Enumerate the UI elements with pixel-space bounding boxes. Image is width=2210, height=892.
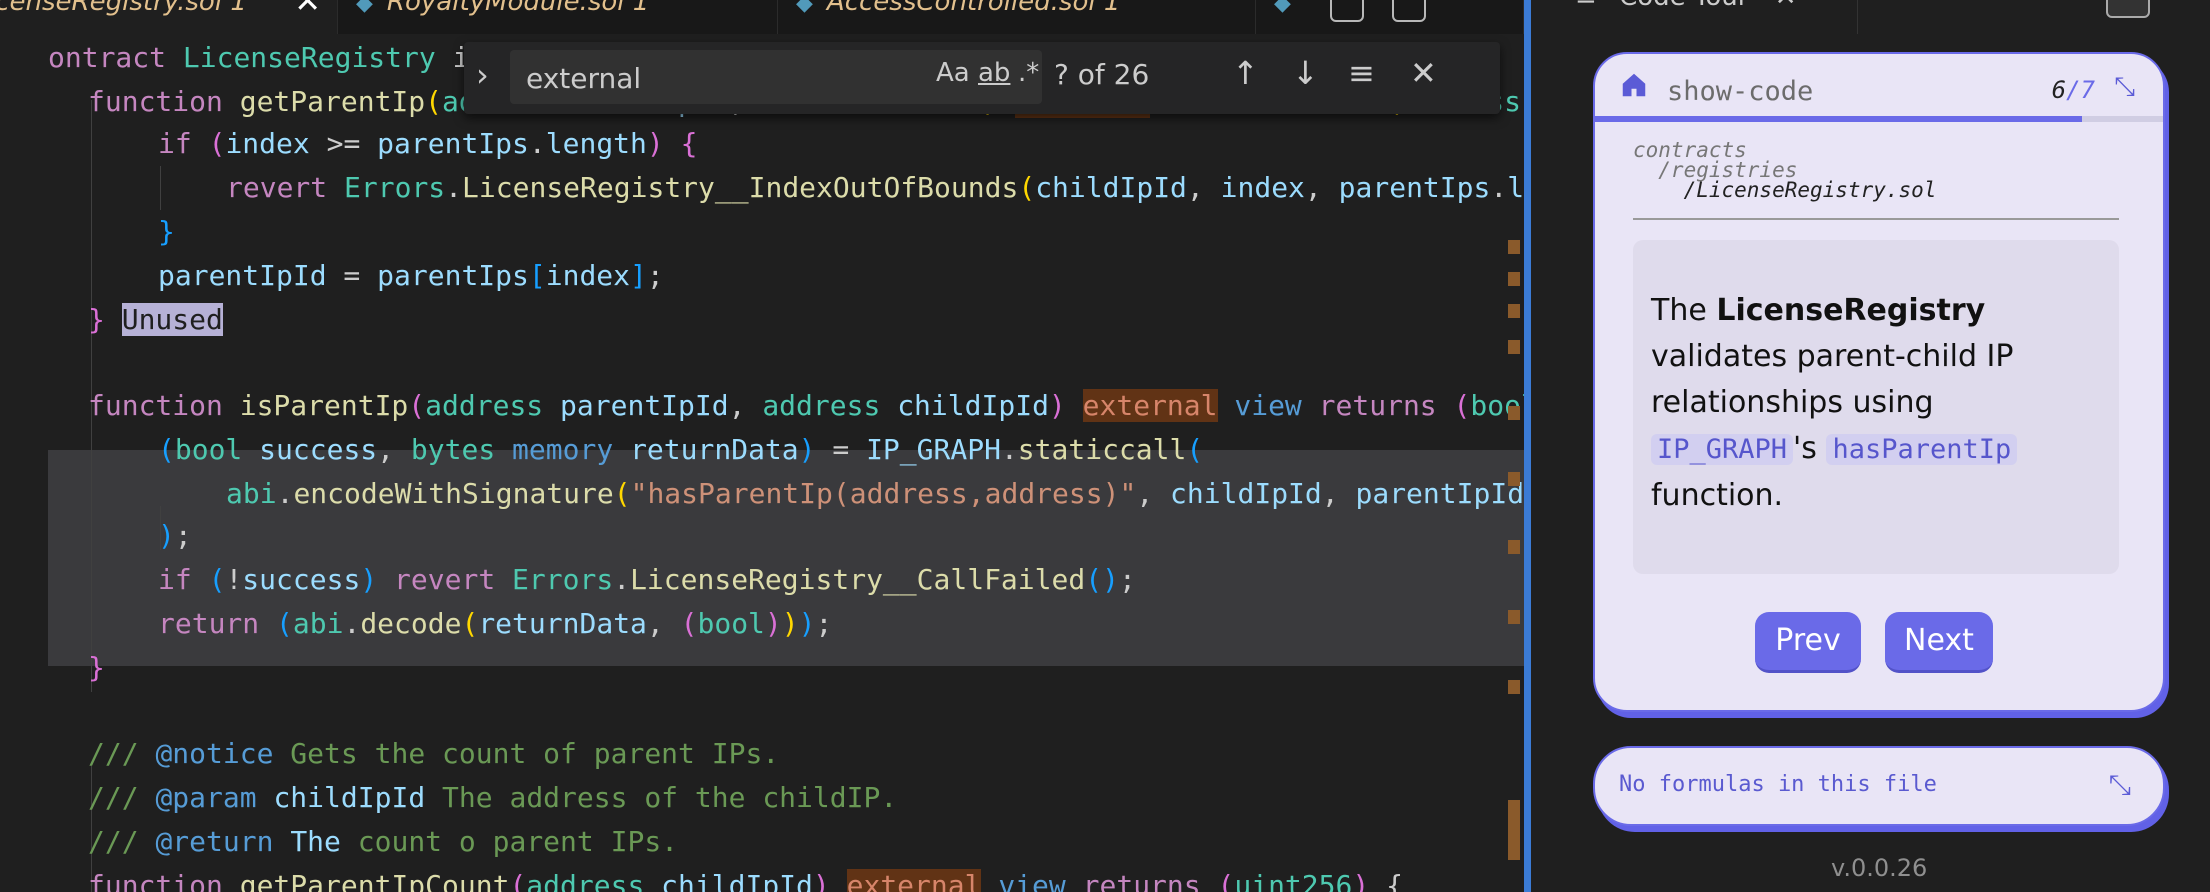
home-icon[interactable]: [1619, 70, 1649, 100]
code-line: );: [158, 519, 192, 552]
prev-button[interactable]: Prev: [1755, 612, 1861, 673]
editor-tab-bar: icenseRegistry.sol 1 ✕ ◆ RoyaltyModule.so…: [0, 0, 1524, 34]
step-current: 6: [2051, 76, 2067, 104]
panel-tab-label: Code Tour: [1619, 0, 1748, 12]
code-line: function getParentIpCount(address childI…: [88, 864, 1403, 892]
indent-guide: [160, 166, 161, 210]
tab-royalty-module[interactable]: ◆ RoyaltyModule.sol 1: [338, 0, 778, 34]
formula-card: No formulas in this file ⤡: [1593, 746, 2165, 826]
path-segment: /registries: [1633, 158, 1798, 182]
code-line: /// @param childIpId The address of the …: [88, 781, 898, 814]
card-title: show-code: [1667, 76, 1814, 107]
step-description: The LicenseRegistry validates parent-chi…: [1651, 288, 2091, 519]
overview-ruler-mark: [1508, 610, 1520, 624]
solidity-icon: ◆: [356, 0, 373, 16]
minimize-icon[interactable]: ⤡: [2114, 72, 2135, 103]
code-line: abi.encodeWithSignature("hasParentIp(add…: [226, 477, 1524, 510]
menu-icon: ≡: [1575, 0, 1597, 12]
formula-status: No formulas in this file: [1619, 772, 1937, 797]
overview-ruler-mark: [1508, 540, 1520, 554]
version-label: v.0.0.26: [1831, 854, 1928, 882]
find-input[interactable]: [524, 58, 868, 98]
code-line: if (index >= parentIps.length) {: [158, 127, 698, 160]
close-icon[interactable]: ✕: [1775, 0, 1797, 12]
overview-ruler-mark: [1508, 406, 1520, 420]
chevron-right-icon[interactable]: ›: [476, 56, 489, 94]
tab-label: RoyaltyModule.sol 1: [386, 0, 650, 17]
tab-access-controlled[interactable]: ◆ AccessControlled.sol 1: [778, 0, 1256, 34]
next-button[interactable]: Next: [1885, 612, 1993, 673]
code-line: (bool success, bytes memory returnData) …: [158, 433, 1204, 466]
panel-sash[interactable]: [1524, 0, 1531, 892]
code-line: revert Errors.LicenseRegistry__IndexOutO…: [226, 171, 1524, 204]
tab-overflow[interactable]: ◆: [1256, 0, 1524, 34]
find-in-selection-icon[interactable]: ≡: [1348, 54, 1375, 92]
divider: [1633, 218, 2119, 220]
find-widget: › Aa ab .* ? of 26 ↑ ↓ ≡ ✕: [464, 42, 1500, 114]
code-line: function isParentIp(address parentIpId, …: [88, 389, 1524, 422]
arrow-down-icon[interactable]: ↓: [1292, 54, 1319, 92]
tour-card: show-code 6/7 ⤡ contracts /registries /L…: [1593, 52, 2165, 712]
code-line: if (!success) revert Errors.LicenseRegis…: [158, 563, 1136, 596]
open-preview-icon[interactable]: [1330, 0, 1364, 22]
tab-label: icenseRegistry.sol 1: [0, 0, 247, 17]
overview-ruler-mark: [1508, 472, 1520, 486]
progress-fill: [1595, 116, 2082, 122]
code-view[interactable]: ontract LicenseRegistry is function getP…: [0, 36, 1524, 892]
code-line: }: [158, 215, 175, 248]
code-token: IP_GRAPH: [1651, 434, 1794, 465]
step-total: /7: [2066, 76, 2095, 104]
code-tour-panel: ≡ Code Tour ✕ show-code 6/7 ⤡ contracts …: [1531, 0, 2210, 892]
desc-text: 's: [1793, 431, 1827, 466]
code-token: hasParentIp: [1826, 434, 2018, 465]
match-case-toggle[interactable]: Aa: [936, 58, 970, 88]
regex-toggle[interactable]: .*: [1018, 58, 1039, 88]
close-icon[interactable]: ✕: [294, 0, 321, 18]
find-input-box: Aa ab .*: [510, 50, 1042, 104]
arrow-up-icon[interactable]: ↑: [1232, 54, 1259, 92]
close-icon[interactable]: ✕: [1410, 54, 1437, 92]
solidity-icon: ◆: [1274, 0, 1291, 16]
step-counter: 6/7: [2052, 76, 2095, 104]
layout-icon[interactable]: [2106, 0, 2150, 18]
split-editor-icon[interactable]: [1392, 0, 1426, 22]
path-segment: /LicenseRegistry.sol: [1633, 178, 1937, 202]
desc-text: function.: [1651, 478, 1784, 513]
overview-ruler-mark: [1508, 680, 1520, 694]
code-line: parentIpId = parentIps[index];: [158, 259, 664, 292]
desc-text: validates parent-child IP relationships …: [1651, 339, 2014, 420]
card-header: show-code 6/7 ⤡: [1595, 54, 2163, 118]
overview-ruler-mark: [1508, 340, 1520, 354]
path-segment: contracts: [1633, 138, 1747, 162]
code-editor[interactable]: icenseRegistry.sol 1 ✕ ◆ RoyaltyModule.so…: [0, 0, 1524, 892]
whole-word-toggle[interactable]: ab: [978, 58, 1010, 88]
progress-bar: [1595, 116, 2163, 122]
file-path: contracts /registries /LicenseRegistry.s…: [1633, 138, 1937, 202]
desc-bold: LicenseRegistry: [1716, 293, 1986, 328]
tab-license-registry[interactable]: icenseRegistry.sol 1 ✕: [0, 0, 338, 34]
tab-code-tour[interactable]: ≡ Code Tour ✕: [1561, 0, 1858, 34]
overview-ruler-mark: [1508, 304, 1520, 318]
overview-ruler-mark: [1508, 800, 1520, 860]
match-count: ? of 26: [1054, 58, 1150, 91]
code-line: }: [88, 651, 105, 684]
tab-label: AccessControlled.sol 1: [826, 0, 1121, 17]
solidity-icon: ◆: [796, 0, 813, 16]
expand-icon[interactable]: ⤡: [2109, 768, 2131, 802]
code-line: } Unused: [88, 303, 223, 336]
description-box: The LicenseRegistry validates parent-chi…: [1633, 240, 2119, 574]
code-line: /// @notice Gets the count of parent IPs…: [88, 737, 780, 770]
code-line: ontract LicenseRegistry is: [48, 41, 486, 74]
desc-text: The: [1651, 293, 1717, 328]
overview-ruler-mark: [1508, 272, 1520, 286]
overview-ruler-mark: [1508, 240, 1520, 254]
code-line: return (abi.decode(returnData, (bool)));: [158, 607, 833, 640]
code-line: /// @return The count o parent IPs.: [88, 825, 679, 858]
